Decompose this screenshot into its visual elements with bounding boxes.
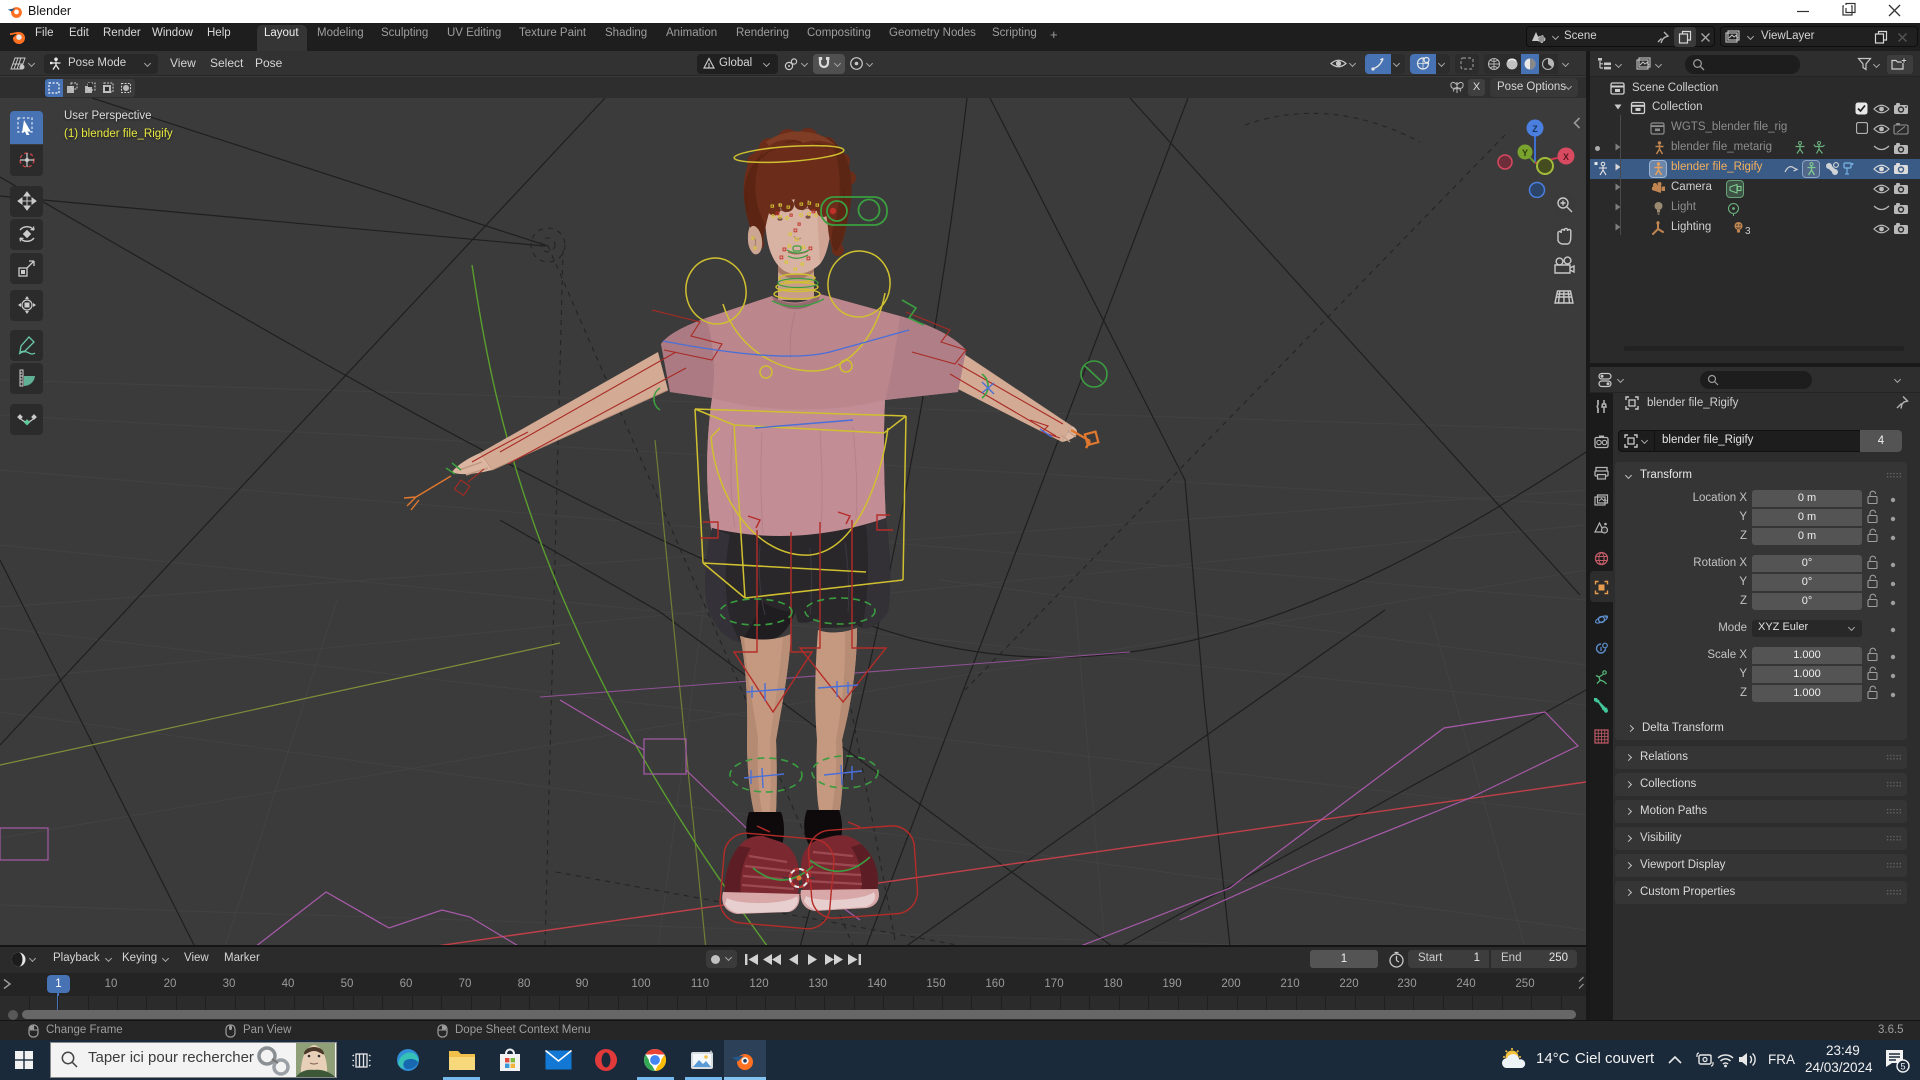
svg-text:X: X [1563,152,1569,162]
svg-text:Y: Y [1522,148,1528,158]
svg-text:Z: Z [1532,124,1538,134]
svg-text:5: 5 [1900,1062,1905,1072]
